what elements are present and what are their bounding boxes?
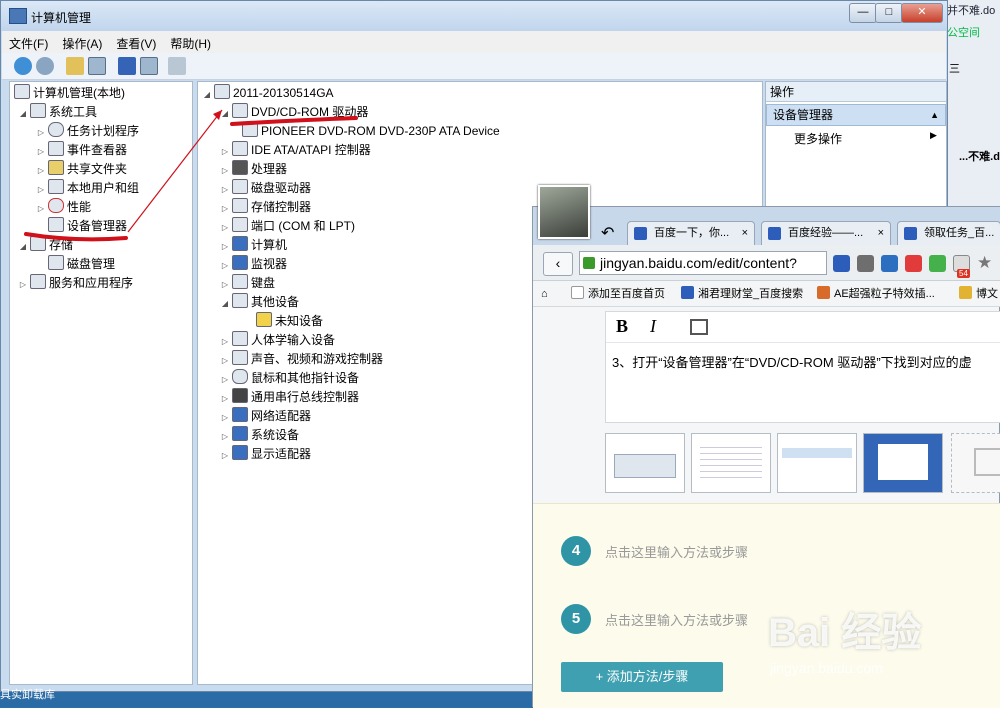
mail-badge: 54 <box>957 269 970 278</box>
step-editor[interactable]: B I 3、打开“设备管理器”在“DVD/CD-ROM 驱动器”下找到对应的虚 <box>605 311 1000 423</box>
thumbnail-3-bar <box>782 448 852 458</box>
baidu-paw-icon <box>904 227 917 240</box>
italic-button[interactable]: I <box>650 316 656 337</box>
thumbnail-1-dialog <box>614 454 676 478</box>
home-icon[interactable]: ⌂ <box>541 285 548 303</box>
thumbnail-placeholder[interactable] <box>951 433 1000 493</box>
annotation-underline-dvd <box>230 116 358 126</box>
baidu-paw-icon <box>681 286 694 299</box>
browser-window: ↶ 百度一下，你... × 百度经验——... × 领取任务_百... ‹ jing… <box>532 206 1000 708</box>
tab-close-icon[interactable]: × <box>878 222 884 244</box>
blog-icon <box>959 286 972 299</box>
url-input[interactable]: jingyan.baidu.com/edit/content? <box>579 251 827 275</box>
thumbnail-1[interactable] <box>605 433 685 493</box>
ae-icon <box>817 286 830 299</box>
thumbnail-4-menu <box>878 444 928 480</box>
image-thumbnails <box>605 433 1000 495</box>
address-bar-area: ‹ jingyan.baidu.com/edit/content? 54 ★ <box>533 245 1000 281</box>
step-number-5: 5 <box>561 604 591 634</box>
tab-close-icon[interactable]: × <box>742 222 748 244</box>
bookmark-add-home[interactable]: 添加至百度首页 <box>571 285 665 303</box>
bookmark-finance[interactable]: 湘君理财堂_百度搜索 <box>681 285 803 303</box>
baidu-paw-icon <box>768 227 781 240</box>
tab-baidu-jingyan[interactable]: 百度经验——... × <box>761 221 891 245</box>
fa-extension-icon[interactable] <box>881 255 898 272</box>
tab-claim-task[interactable]: 领取任务_百... <box>897 221 1000 245</box>
baidu-watermark-url: jingyan.baidu.com <box>770 660 883 676</box>
browser-tab-strip: ↶ 百度一下，你... × 百度经验——... × 领取任务_百... <box>533 207 1000 245</box>
baidu-paw-icon <box>634 227 647 240</box>
annotation-arrow-line <box>127 109 223 233</box>
editor-text[interactable]: 3、打开“设备管理器”在“DVD/CD-ROM 驱动器”下找到对应的虚 <box>612 352 972 371</box>
steps-section: 4 点击这里输入方法或步骤 5 点击这里输入方法或步骤 + 添加方法/步骤 <box>533 503 1000 708</box>
page-icon <box>571 286 584 299</box>
translate-icon[interactable] <box>833 255 850 272</box>
insert-image-icon[interactable] <box>690 319 708 335</box>
undo-arrow-icon[interactable]: ↶ <box>601 223 614 243</box>
taskbar-text: 具实卸载库 <box>0 689 55 701</box>
thumbnail-2-list <box>700 442 762 482</box>
thumbnail-4[interactable] <box>863 433 943 493</box>
green-extension-icon[interactable] <box>929 255 946 272</box>
back-button[interactable]: ‹ <box>543 252 573 276</box>
editor-toolbar: B I <box>606 312 1000 343</box>
secure-check-icon <box>583 257 595 269</box>
image-placeholder-icon <box>974 448 1000 476</box>
bookmark-ae-plugin[interactable]: AE超强粒子特效插... <box>817 285 935 303</box>
annotation-underline-device-manager <box>24 232 128 242</box>
bold-button[interactable]: B <box>616 316 628 337</box>
step-input-5[interactable]: 点击这里输入方法或步骤 <box>605 610 748 629</box>
add-step-button[interactable]: + 添加方法/步骤 <box>561 662 723 692</box>
user-avatar[interactable] <box>538 185 590 239</box>
thumbnail-2[interactable] <box>691 433 771 493</box>
step-input-4[interactable]: 点击这里输入方法或步骤 <box>605 542 748 561</box>
baidu-watermark: Bai 经验 <box>768 611 922 655</box>
thumbnail-3[interactable] <box>777 433 857 493</box>
extension-gray-icon[interactable] <box>857 255 874 272</box>
star-icon[interactable]: ★ <box>977 253 992 273</box>
co-extension-icon[interactable] <box>905 255 922 272</box>
step-number-4: 4 <box>561 536 591 566</box>
bookmark-blog[interactable]: 博文 <box>959 285 998 303</box>
annotation-arrowhead <box>213 110 222 120</box>
bookmarks-bar: ⌂ 添加至百度首页 湘君理财堂_百度搜索 AE超强粒子特效插... 博文 <box>533 281 1000 307</box>
tab-baidu-search[interactable]: 百度一下，你... × <box>627 221 755 245</box>
